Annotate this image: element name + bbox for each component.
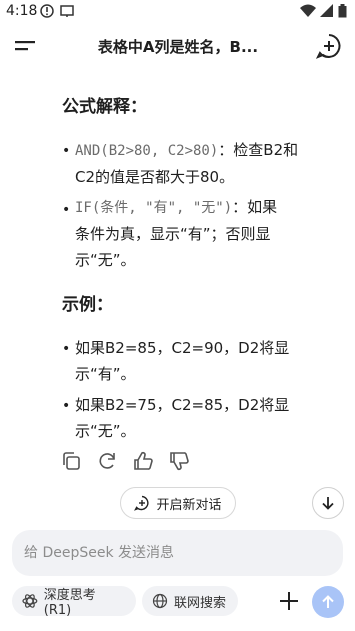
thumbs-down-icon[interactable] [168, 450, 190, 472]
thumbs-up-icon[interactable] [132, 450, 154, 472]
formula-heading: 公式解释： [62, 97, 147, 117]
bullet: • [62, 202, 71, 218]
example-item-2: 如果B2=75，C2=85，D2将显 示“无”。 [75, 392, 343, 444]
chat-plus-icon [315, 34, 341, 59]
app-notification-icon [60, 5, 74, 17]
formula-code-2: IF(条件, "有", "无") [75, 200, 233, 216]
alert-icon [40, 4, 54, 18]
new-dialog-button[interactable]: 开启新对话 [120, 487, 236, 519]
copy-icon[interactable] [60, 450, 82, 472]
battery-icon [338, 4, 347, 18]
atom-icon [22, 594, 38, 608]
formula-item-2-line3: 示“无”。 [75, 251, 136, 269]
app-header: 表格中A列是姓名，B... [0, 26, 355, 66]
wifi-icon [300, 4, 316, 17]
globe-icon [152, 593, 168, 609]
formula-item-1: AND(B2>80, C2>80)：检查B2和 C2的值是否都大于80。 [75, 137, 343, 190]
status-right-icons [300, 4, 347, 18]
message-input[interactable] [12, 530, 336, 576]
menu-button[interactable] [12, 34, 40, 58]
bullet: • [62, 143, 71, 159]
bullet: • [62, 398, 71, 414]
attach-button[interactable] [276, 588, 302, 614]
example-item-2-line2: 示“无”。 [75, 422, 136, 440]
message-actions [60, 450, 190, 472]
deep-think-toggle[interactable]: 深度思考 (R1) [12, 586, 136, 618]
status-bar: 4:18 [0, 0, 355, 24]
new-dialog-label: 开启新对话 [156, 497, 222, 513]
status-left-icons [40, 4, 74, 18]
formula-item-2-line1: ：如果 [232, 198, 278, 216]
web-search-label: 联网搜索 [174, 595, 227, 611]
web-search-toggle[interactable]: 联网搜索 [142, 586, 238, 616]
plus-icon [280, 592, 298, 610]
chat-plus-icon [134, 495, 149, 511]
regenerate-icon[interactable] [96, 450, 118, 472]
signal-icon [320, 4, 333, 17]
message-input-container [12, 530, 343, 576]
new-chat-button[interactable] [315, 32, 343, 60]
page-title: 表格中A列是姓名，B... [97, 38, 259, 56]
example-item-1: 如果B2=85，C2=90，D2将显 示“有”。 [75, 335, 343, 387]
formula-item-2: IF(条件, "有", "无")：如果 条件为真，显示“有”；否则显 示“无”。 [75, 194, 343, 273]
example-item-2-line1: 如果B2=75，C2=85，D2将显 [75, 396, 290, 414]
example-item-1-line1: 如果B2=85，C2=90，D2将显 [75, 339, 290, 357]
arrow-down-icon [322, 497, 334, 510]
formula-code-1: AND(B2>80, C2>80) [75, 143, 219, 159]
menu-icon [15, 41, 35, 51]
bullet: • [62, 341, 71, 357]
send-button[interactable] [312, 586, 344, 618]
deep-think-label: 深度思考 (R1) [43, 588, 96, 618]
formula-item-1-line1: ：检查B2和 [218, 141, 299, 159]
arrow-up-icon [322, 595, 334, 608]
status-time: 4:18 [6, 3, 38, 19]
scroll-down-button[interactable] [312, 487, 344, 519]
formula-item-2-line2: 条件为真，显示“有”；否则显 [75, 225, 271, 243]
formula-item-1-line2: C2的值是否都大于80。 [75, 168, 235, 186]
example-heading: 示例： [62, 295, 113, 315]
example-item-1-line2: 示“有”。 [75, 365, 136, 383]
